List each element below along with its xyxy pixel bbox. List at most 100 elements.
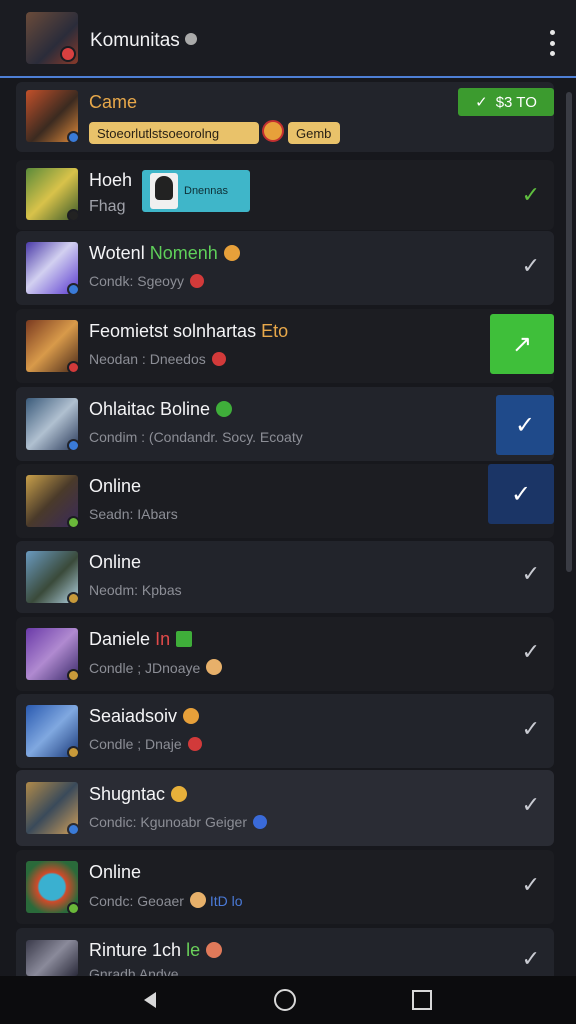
list-item-subtitle-text: Condk: Sgeoyy [89,273,184,289]
list-item[interactable]: Hoeh Fhag Dnennas ✓ [16,160,554,230]
check-icon: ✓ [510,480,532,508]
list-item[interactable]: Online Neodm: Kpbas ✓ [16,541,554,613]
status-badge [67,669,80,682]
avatar [26,398,80,452]
face-emoji [206,942,223,958]
accept-button[interactable]: ✓ $3 TO [458,88,554,116]
recents-square-icon[interactable] [412,990,432,1010]
smiley-emoji [183,708,200,724]
list-item-name: Daniele In [89,629,193,650]
avatar [26,705,80,759]
list-item-name: Seaiadsoiv [89,706,200,727]
list-item-subtitle-text: Condle ; JDnoaye [89,660,201,676]
check-icon[interactable]: ✓ [522,792,540,818]
list-item[interactable]: Online Condc: Geoaer ItD lo ✓ [16,850,554,924]
status-badge [67,283,80,296]
status-badge [67,209,80,222]
arrow-button[interactable]: ↗ [490,314,554,374]
status-badge [67,592,80,605]
list-item-subtitle: Condc: Geoaer ItD lo [89,892,243,909]
check-icon[interactable]: ✓ [522,716,540,742]
avatar [26,320,80,374]
check-icon: ✓ [514,411,536,439]
face-emoji [189,892,206,908]
list-item[interactable]: Wotenl Nomenh Condk: Sgeoyy ✓ [16,231,554,305]
status-badge [67,131,80,144]
avatar [26,782,80,836]
list-item-name-text: Rinture 1ch [89,940,182,960]
list-item[interactable]: Seaiadsoiv Condle ; Dnaje ✓ [16,694,554,768]
system-nav-bar [0,976,576,1024]
avatar [26,940,78,976]
check-icon[interactable]: ✓ [522,253,540,279]
list-item-name-text: Shugntac [89,784,166,804]
avatar [26,861,80,915]
list-item-subtitle: Neodm: Kpbas [89,582,182,598]
list-item-subtitle-text: Condle ; Dnaje [89,736,182,752]
smiley-emoji [262,120,284,142]
community-avatar[interactable] [26,12,78,64]
list-item-subtitle-text: Condic: Kgunoabr Geiger [89,814,247,830]
avatar [26,90,80,144]
list-item-name: Online [89,862,142,882]
list-item[interactable]: Online Seadn: IAbars ✓ [16,464,554,538]
list-item-subtitle: Seadn: IAbars [89,506,178,522]
list-item-name-accent: Nomenh [149,243,218,263]
list-item[interactable]: Feomietst solnhartas Eto Neodan : Dneedo… [16,309,554,383]
back-triangle-icon[interactable] [138,988,162,1012]
list-item-name-accent: le [186,940,201,960]
list-item-subtitle: Neodan : Dneedos [89,351,226,367]
notification-dot [60,46,76,62]
list-item[interactable]: Daniele In Condle ; JDnoaye ✓ [16,617,554,691]
list-item-name-text: Feomietst solnhartas [89,321,257,341]
avatar [26,242,80,296]
more-vert-icon[interactable] [546,30,558,56]
status-badge [67,746,80,759]
list-item-name: Ohlaitac Boline [89,399,233,420]
red-emoji [187,737,202,751]
smiley-emoji [223,245,240,261]
green-emoji [216,401,233,417]
list-item-name-text: Ohlaitac Boline [89,399,211,419]
check-icon[interactable]: ✓ [522,639,540,665]
check-button[interactable]: ✓ [496,395,554,455]
list-item-name: Wotenl Nomenh [89,243,240,264]
check-icon[interactable]: ✓ [522,946,540,972]
list-item-name: Online [89,476,142,496]
list-item-name: Came [89,92,138,112]
scrollbar[interactable] [566,92,572,572]
profile-chip-text: Dnennas [184,185,229,197]
check-icon[interactable]: ✓ [522,561,540,587]
list-item[interactable]: Shugntac Condic: Kgunoabr Geiger ✓ [16,770,554,846]
list-item-subtitle: Gnradh Andve [89,966,179,976]
check-icon[interactable]: ✓ [522,182,540,208]
smiley-emoji [171,786,188,802]
list-item-name-text: Wotenl [89,243,145,263]
list-item[interactable]: Ohlaitac Boline Condim : (Condandr. Socy… [16,387,554,461]
list-item[interactable]: Came Stoeorlutlstsoeorolng Gemb ✓ $3 TO [16,82,554,152]
status-tag: Stoeorlutlstsoeorolng [89,122,259,144]
red-emoji [189,274,204,288]
arrow-icon: ↗ [511,330,533,358]
check-button[interactable]: ✓ [488,464,554,524]
list-item-name: Feomietst solnhartas Eto [89,321,288,342]
status-badge [67,902,80,915]
status-badge [67,439,80,452]
list-item-subtitle: Condk: Sgeoyy [89,273,204,289]
status-badge [67,823,80,836]
list-item[interactable]: Rinture 1ch le Gnradh Andve ✓ [16,928,554,976]
check-icon[interactable]: ✓ [522,872,540,898]
red-emoji [211,352,226,366]
secondary-tag: Gemb [288,122,340,144]
list-item-subtitle: Condle ; JDnoaye [89,659,223,676]
list-item-subtitle: Condle ; Dnaje [89,736,202,752]
list-item-subtitle-accent: ItD lo [209,893,243,909]
list-item-name-text: Daniele [89,629,151,649]
check-icon: ✓ [475,94,488,111]
info-circle-icon[interactable] [184,33,197,45]
blue-emoji [253,815,267,829]
list-item-subtitle: Fhag [89,198,126,215]
home-circle-icon[interactable] [274,989,296,1011]
profile-chip[interactable]: Dnennas [142,170,250,212]
list-item-subtitle: Condim : (Condandr. Socy. Ecoaty [89,429,303,445]
